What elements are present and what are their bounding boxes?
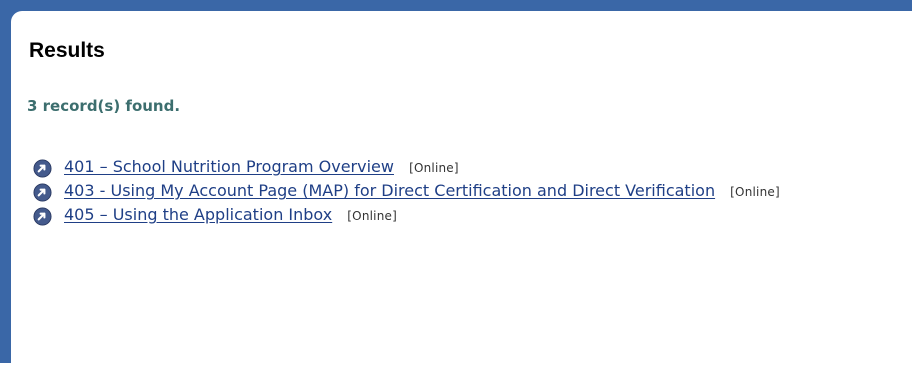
list-item: 401 – School Nutrition Program Overview … <box>33 157 853 178</box>
list-item: 405 – Using the Application Inbox [Onlin… <box>33 205 853 226</box>
course-link-403[interactable]: 403 - Using My Account Page (MAP) for Di… <box>64 181 715 200</box>
arrow-circle-icon <box>33 159 52 178</box>
delivery-tag: [Online] <box>347 209 397 223</box>
course-list: 401 – School Nutrition Program Overview … <box>33 158 853 230</box>
results-heading: Results <box>29 39 105 62</box>
delivery-tag: [Online] <box>730 185 780 199</box>
record-count: 3 record(s) found. <box>27 97 181 115</box>
arrow-circle-icon <box>33 183 52 202</box>
arrow-circle-icon <box>33 207 52 226</box>
delivery-tag: [Online] <box>409 161 459 175</box>
list-item: 403 - Using My Account Page (MAP) for Di… <box>33 181 853 202</box>
course-link-405[interactable]: 405 – Using the Application Inbox <box>64 205 332 224</box>
course-link-401[interactable]: 401 – School Nutrition Program Overview <box>64 157 394 176</box>
